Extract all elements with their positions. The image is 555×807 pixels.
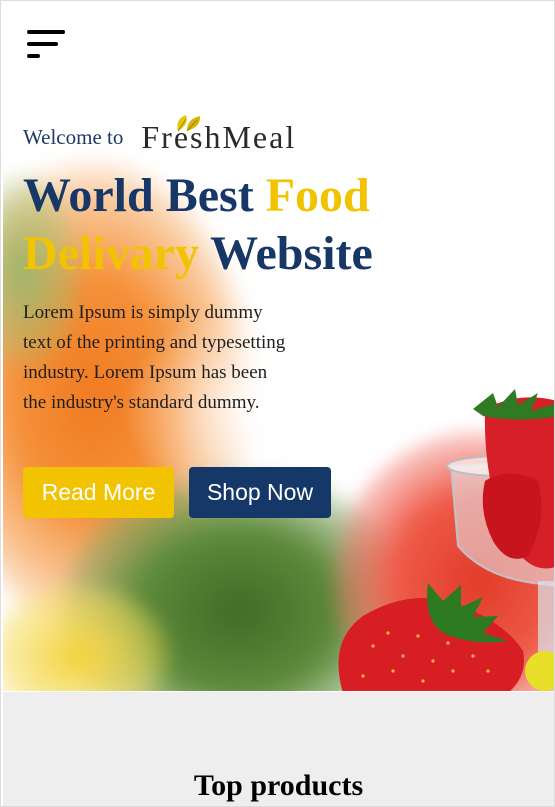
freshmeal-logo[interactable]: FreshMeal xyxy=(141,115,297,156)
hamburger-menu-icon[interactable] xyxy=(27,29,69,63)
welcome-text: Welcome to xyxy=(23,125,124,149)
strawberries-image xyxy=(338,389,554,691)
shop-now-button[interactable]: Shop Now xyxy=(189,467,331,518)
strawberry-front xyxy=(338,583,524,691)
lemon-image xyxy=(525,651,554,691)
welcome-line: Welcome to FreshMeal xyxy=(23,115,297,156)
headline-part-4: Website xyxy=(198,227,373,280)
leaf-icon xyxy=(177,115,201,132)
headline-part-3: Delivary xyxy=(23,227,199,280)
hero-headline: World Best Food Delivary Website xyxy=(23,167,543,283)
page: Welcome to FreshMeal World Best Food Deli… xyxy=(0,0,555,807)
top-products-section: Top products xyxy=(3,692,554,806)
headline-part-2: Food xyxy=(265,169,370,222)
logo-text: FreshMeal xyxy=(141,119,297,155)
top-products-title: Top products xyxy=(193,769,364,802)
read-more-button[interactable]: Read More xyxy=(23,467,174,518)
hero-description: Lorem Ipsum is simply dummy text of the … xyxy=(23,302,286,413)
headline-part-1: World Best xyxy=(23,169,266,222)
